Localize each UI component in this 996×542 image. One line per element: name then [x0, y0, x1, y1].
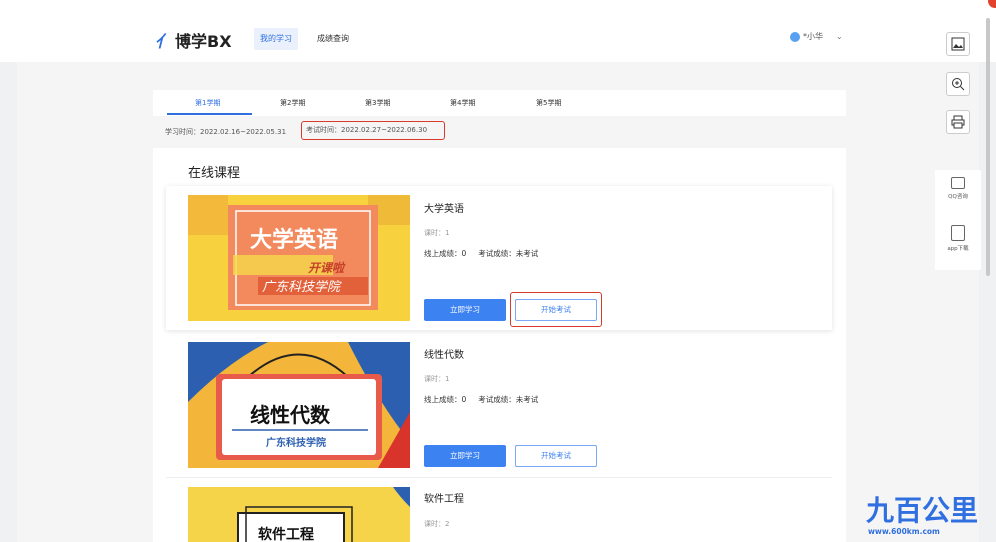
- course-hours: 课时：1: [424, 375, 450, 383]
- software-engineering-cover: 软件工程: [188, 487, 410, 542]
- image-icon: [951, 37, 965, 51]
- thumb-main-text: 软件工程: [258, 526, 314, 542]
- phone-icon: [951, 225, 965, 241]
- app-download-button[interactable]: app下载: [935, 225, 981, 252]
- exam-score: 考试成绩：未考试: [478, 395, 539, 404]
- course-title: 线性代数: [424, 350, 464, 361]
- print-tool-button[interactable]: [946, 110, 970, 134]
- course-thumbnail[interactable]: 大学英语 开课啦 广东科技学院: [188, 195, 410, 321]
- course-scores: 线上成绩：0 考试成绩：未考试: [424, 248, 538, 259]
- thumb-school-text: 广东科技学院: [262, 279, 342, 295]
- course-title: 大学英语: [424, 204, 464, 215]
- printer-icon: [951, 115, 965, 129]
- watermark-url: www.600km.com: [868, 527, 940, 536]
- start-study-button[interactable]: 立即学习: [424, 445, 506, 467]
- avatar: [790, 31, 800, 42]
- study-time: 学习时间：2022.02.16~2022.05.31: [165, 128, 287, 136]
- thumb-sub-text: 开课啦: [308, 261, 346, 275]
- user-menu[interactable]: *小华 ⌄: [790, 31, 843, 42]
- semester-tabs: 第1学期 第2学期 第3学期 第4学期 第5学期: [153, 90, 846, 116]
- thumb-school-text: 广东科技学院: [266, 436, 326, 449]
- exam-score: 考试成绩：未考试: [478, 249, 539, 258]
- nav-my-learning[interactable]: 我的学习: [254, 28, 298, 50]
- thumb-main-text: 线性代数: [250, 403, 331, 427]
- course-thumbnail[interactable]: 线性代数 广东科技学院: [188, 342, 410, 468]
- logo-icon: ⺅: [155, 32, 172, 51]
- app-logo[interactable]: ⺅ 博学BX: [155, 28, 232, 52]
- tab-semester-2[interactable]: 第2学期: [280, 90, 305, 116]
- course-title: 软件工程: [424, 494, 464, 505]
- section-title: 在线课程: [188, 166, 241, 181]
- app-label: app下载: [947, 246, 969, 252]
- zoom-tool-button[interactable]: [946, 72, 970, 96]
- start-exam-button[interactable]: 开始考试: [515, 445, 597, 467]
- user-name: *小华: [803, 32, 823, 41]
- image-tool-button[interactable]: [946, 32, 970, 56]
- linear-algebra-cover: 线性代数 广东科技学院: [188, 342, 410, 468]
- tab-semester-5[interactable]: 第5学期: [536, 90, 561, 116]
- course-scores: 线上成绩：0 考试成绩：未考试: [424, 394, 538, 405]
- logo-text: 博学BX: [175, 32, 232, 51]
- nav-grade-query[interactable]: 成绩查询: [311, 28, 355, 50]
- scrollbar[interactable]: [986, 18, 990, 276]
- course-thumbnail[interactable]: 软件工程: [188, 487, 410, 542]
- chat-icon: [951, 177, 965, 189]
- watermark-brand: 九百公里: [866, 494, 978, 527]
- exam-time: 考试时间：2022.02.27~2022.06.30: [301, 121, 445, 140]
- tab-semester-4[interactable]: 第4学期: [450, 90, 475, 116]
- exam-button-highlight: [510, 292, 602, 327]
- zoom-in-icon: [952, 78, 965, 91]
- tab-semester-3[interactable]: 第3学期: [365, 90, 390, 116]
- course-hours: 课时：1: [424, 229, 450, 237]
- qq-consult-button[interactable]: QQ咨询: [935, 177, 981, 200]
- start-study-button[interactable]: 立即学习: [424, 299, 506, 321]
- qq-label: QQ咨询: [948, 194, 968, 200]
- online-score: 线上成绩：0: [424, 395, 467, 404]
- english-cover: 大学英语 开课啦 广东科技学院: [188, 195, 410, 321]
- course-hours: 课时：2: [424, 520, 450, 528]
- thumb-main-text: 大学英语: [250, 227, 338, 253]
- online-score: 线上成绩：0: [424, 249, 467, 258]
- top-nav: [0, 0, 996, 62]
- chevron-down-icon: ⌄: [836, 32, 843, 41]
- active-tab-indicator: [167, 113, 252, 115]
